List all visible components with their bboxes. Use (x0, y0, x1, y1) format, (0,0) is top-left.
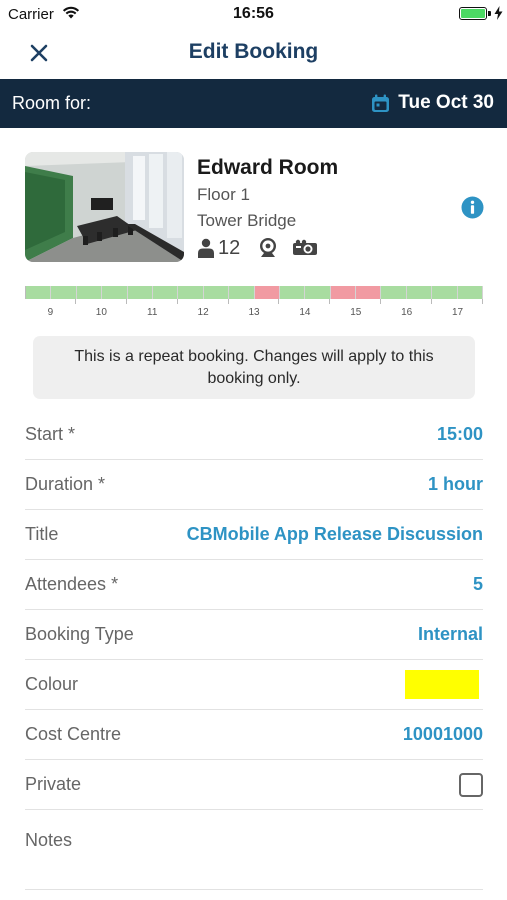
colour-swatch[interactable] (405, 670, 479, 699)
room-building: Tower Bridge (197, 211, 297, 230)
room-for-bar: Room for: Tue Oct 30 (0, 79, 507, 128)
timeline-tick (229, 299, 280, 304)
room-features: 12 (197, 236, 318, 260)
timeline-slot-free (305, 286, 331, 299)
timeline-hour-label: 16 (401, 307, 413, 318)
notes-input[interactable] (25, 830, 483, 870)
battery-icon (459, 7, 487, 20)
timeline-slot-free (229, 286, 255, 299)
timeline-tick (279, 299, 331, 304)
timeline-tick (76, 299, 127, 304)
timeline-slot-free (102, 286, 128, 299)
timeline-tick (25, 299, 76, 304)
page-title: Edit Booking (188, 40, 319, 63)
timeline-hour-label: 12 (197, 307, 209, 318)
battery-tip (488, 11, 491, 16)
timeline-slot-free (457, 286, 484, 299)
nav-bar: Edit Booking (0, 28, 507, 78)
colour-label: Colour (25, 674, 79, 694)
timeline-hour-label: 14 (299, 307, 311, 318)
timeline-hour-label: 13 (248, 307, 260, 318)
timeline-tick (381, 299, 433, 304)
duration-row[interactable]: Duration * 1 hour (25, 460, 483, 510)
timeline-slot-free (279, 286, 306, 299)
timeline-hour-labels: 9 10 11 12 13 14 15 16 17 (25, 307, 483, 321)
start-row[interactable]: Start * 15:00 (25, 410, 483, 460)
availability-timeline: 9 10 11 12 13 14 15 16 17 (25, 286, 484, 321)
charging-icon (494, 6, 503, 20)
start-value[interactable]: 15:00 (437, 424, 483, 445)
info-icon[interactable] (461, 196, 484, 219)
timeline-ticks (25, 299, 484, 307)
room-for-label: Room for: (12, 93, 92, 113)
private-checkbox[interactable] (459, 772, 483, 797)
clock: 16:56 (233, 5, 274, 22)
duration-value[interactable]: 1 hour (428, 474, 483, 495)
attendees-row[interactable]: Attendees * 5 (25, 560, 483, 610)
title-value[interactable]: CBMobile App Release Discussion (187, 524, 483, 545)
room-photo (25, 152, 184, 262)
webcam-icon (260, 238, 277, 257)
notes-row (25, 810, 483, 890)
timeline-slot-busy (356, 286, 382, 299)
booking-form: Start * 15:00 Duration * 1 hour Title CB… (25, 410, 483, 890)
room-floor: Floor 1 (197, 185, 250, 204)
start-label: Start * (25, 424, 76, 444)
timeline-hour-label: 11 (147, 307, 158, 318)
repeat-booking-notice: This is a repeat booking. Changes will a… (33, 336, 475, 399)
timeline-slot-free (76, 286, 103, 299)
status-bar: Carrier 16:56 (0, 0, 507, 28)
timeline-slot-free (432, 286, 458, 299)
timeline-slot-free (381, 286, 407, 299)
timeline-slot-busy (330, 286, 357, 299)
booking-type-row[interactable]: Booking Type Internal (25, 610, 483, 660)
timeline-hour-label: 9 (47, 307, 54, 318)
timeline-slot-free (127, 286, 153, 299)
duration-label: Duration * (25, 474, 106, 494)
person-icon (198, 238, 214, 258)
title-row[interactable]: Title CBMobile App Release Discussion (25, 510, 483, 560)
calendar-icon (372, 94, 390, 112)
cost-centre-row[interactable]: Cost Centre 10001000 (25, 710, 483, 760)
private-row: Private (25, 760, 483, 810)
projector-icon (293, 239, 318, 255)
timeline-slot-free (26, 286, 52, 299)
timeline-slot-free (203, 286, 230, 299)
booking-date: Tue Oct 30 (398, 92, 494, 113)
timeline-slot-free (178, 286, 204, 299)
room-name: Edward Room (197, 156, 339, 179)
date-selector[interactable]: Tue Oct 30 (371, 91, 494, 115)
timeline-tick (432, 299, 484, 304)
timeline-tick (178, 299, 229, 304)
private-label: Private (25, 774, 82, 794)
timeline-slot-busy (254, 286, 280, 299)
timeline-bar (25, 286, 484, 299)
title-label: Title (25, 524, 59, 544)
timeline-slot-free (406, 286, 433, 299)
timeline-slot-free (152, 286, 179, 299)
timeline-hour-label: 10 (95, 307, 107, 318)
timeline-tick (127, 299, 178, 304)
cost-centre-label: Cost Centre (25, 724, 122, 744)
timeline-slot-free (51, 286, 77, 299)
timeline-hour-label: 17 (451, 307, 464, 318)
attendees-label: Attendees * (25, 574, 119, 594)
booking-type-value[interactable]: Internal (418, 624, 483, 645)
timeline-tick (330, 299, 382, 304)
colour-row[interactable]: Colour (25, 660, 483, 710)
room-capacity: 12 (218, 236, 241, 259)
booking-type-label: Booking Type (25, 624, 134, 644)
battery-level (461, 9, 485, 18)
cost-centre-value[interactable]: 10001000 (403, 724, 483, 745)
attendees-value[interactable]: 5 (473, 574, 483, 595)
timeline-hour-label: 15 (350, 307, 362, 318)
